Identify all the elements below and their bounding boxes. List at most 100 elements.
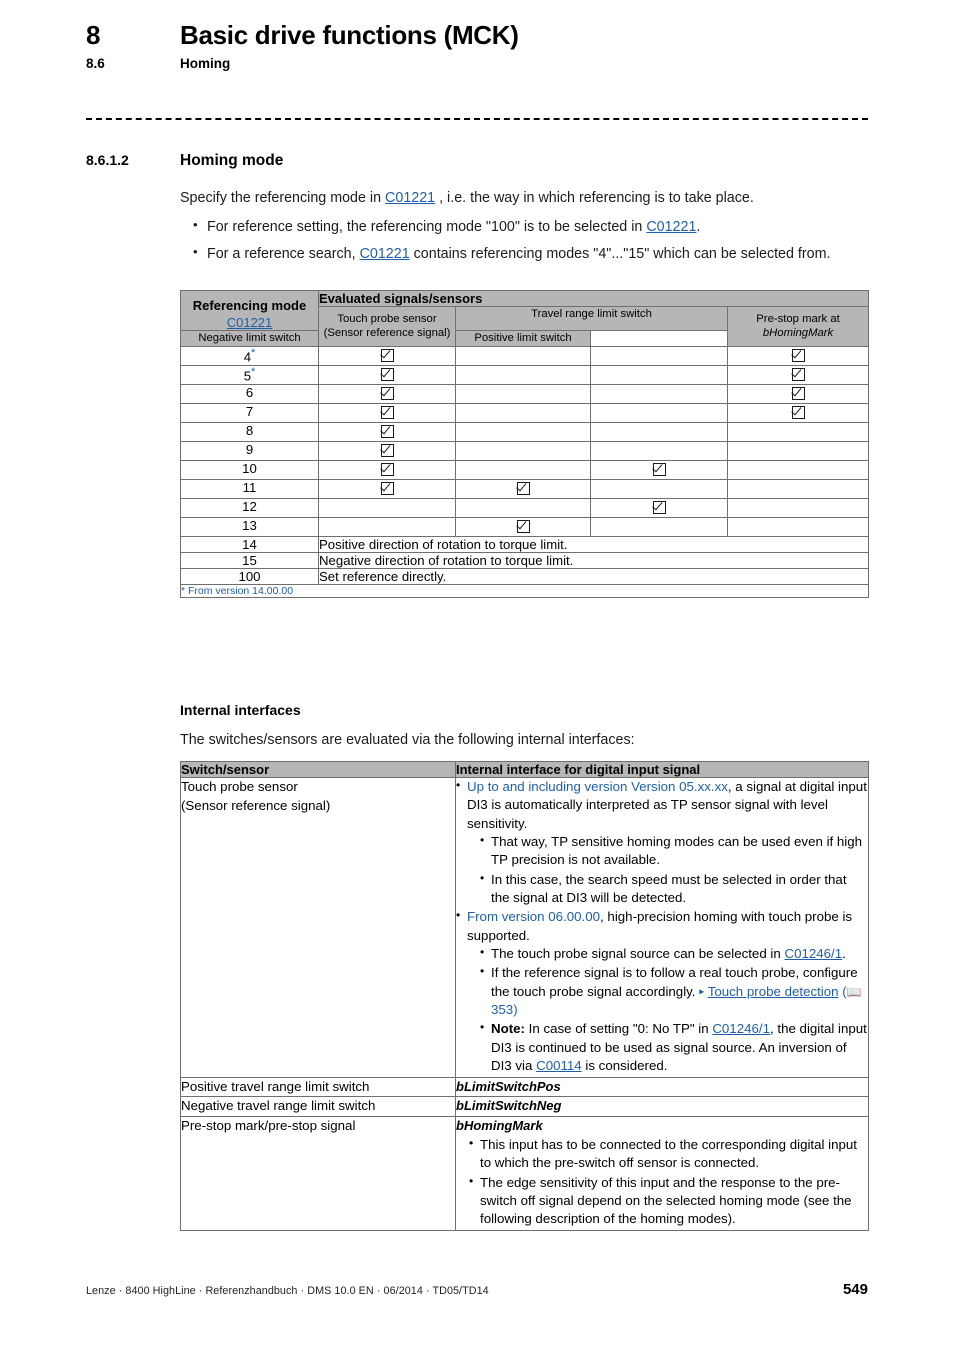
referencing-mode-table-wrapper: Referencing mode C01221 Evaluated signal… bbox=[179, 290, 870, 598]
prestop-bullet-list: This input has to be connected to the co… bbox=[456, 1135, 868, 1229]
b2-sub1-a: The touch probe signal source can be sel… bbox=[491, 946, 785, 962]
intro-bullet-list: For reference setting, the referencing m… bbox=[180, 216, 868, 264]
internal-interfaces-intro: The switches/sensors are evaluated via t… bbox=[180, 732, 635, 748]
header-touch-probe-line2: (Sensor reference signal) bbox=[323, 327, 451, 340]
header-prestop-line1: Pre-stop mark at bbox=[756, 312, 840, 325]
cell-positive-limit bbox=[590, 364, 728, 385]
table-row: Touch probe sensor (Sensor reference sig… bbox=[180, 777, 869, 1078]
internal-interfaces-table-wrapper: Switch/sensor Internal interface for dig… bbox=[180, 761, 869, 1231]
running-header: 8 Basic drive functions (MCK) 8.6 Homing bbox=[86, 20, 868, 71]
touch-probe-label-line2: (Sensor reference signal) bbox=[181, 797, 331, 813]
header-travel-range-limit-switch: Travel range limit switch bbox=[455, 306, 728, 331]
link-c01246-1-a[interactable]: C01246/1 bbox=[784, 946, 842, 961]
checkbox-checked-icon bbox=[791, 348, 805, 362]
bullet-1-text-b: contains referencing modes "4"..."15" wh… bbox=[409, 246, 831, 263]
internal-interfaces-heading: Internal interfaces bbox=[180, 702, 301, 718]
table-row: 5* bbox=[180, 364, 870, 385]
cell-negative-limit bbox=[455, 421, 591, 442]
mode-cell: 13 bbox=[180, 516, 319, 537]
header-switch-sensor: Switch/sensor bbox=[180, 761, 456, 778]
cell-touch-probe bbox=[318, 402, 456, 423]
link-touch-probe-detection[interactable]: Touch probe detection bbox=[708, 984, 839, 999]
link-version-06[interactable]: From version 06.00.00 bbox=[467, 909, 600, 924]
cell-touch-probe bbox=[318, 478, 456, 499]
section-heading: 8.6.1.2 Homing mode bbox=[86, 152, 868, 170]
checkbox-checked-icon bbox=[516, 519, 530, 533]
bullet-0-text-b: . bbox=[696, 219, 701, 236]
header-touch-probe-sensor: Touch probe sensor (Sensor reference sig… bbox=[318, 306, 456, 347]
cell-prestop-mark bbox=[726, 402, 870, 423]
link-c01221-table-header[interactable]: C01221 bbox=[227, 315, 273, 330]
chapter-title: Basic drive functions (MCK) bbox=[180, 20, 519, 50]
cell-prestop-mark bbox=[726, 383, 870, 404]
cell-touch-probe-sensor-value: Up to and including version Version 05.x… bbox=[455, 777, 869, 1078]
mode-cell: 4* bbox=[180, 345, 319, 366]
checkbox-checked-icon bbox=[652, 500, 666, 514]
cell-touch-probe bbox=[318, 345, 456, 366]
signal-name: bLimitSwitchPos bbox=[456, 1078, 561, 1094]
mode-cell: 100 bbox=[180, 567, 319, 585]
link-c01221-b0[interactable]: C01221 bbox=[646, 219, 696, 235]
internal-interfaces-table: Switch/sensor Internal interface for dig… bbox=[180, 761, 869, 1231]
checkbox-checked-icon bbox=[516, 481, 530, 495]
list-item: The edge sensitivity of this input and t… bbox=[469, 1173, 868, 1229]
page-ref-number: 353 bbox=[491, 1002, 514, 1018]
header-prestop-line2: bHomingMark bbox=[762, 327, 834, 340]
touch-probe-label-line1: Touch probe sensor bbox=[181, 779, 298, 794]
cell-negative-limit bbox=[455, 383, 591, 404]
chapter-line: 8 Basic drive functions (MCK) bbox=[86, 20, 868, 50]
checkbox-checked-icon bbox=[791, 386, 805, 400]
intro-block: Specify the referencing mode in C01221 ,… bbox=[180, 188, 868, 271]
table-row: 9 bbox=[180, 440, 870, 461]
cell-positive-limit bbox=[590, 478, 728, 499]
cell-negative-limit-switch-value: bLimitSwitchNeg bbox=[455, 1096, 869, 1117]
link-c01221-intro[interactable]: C01221 bbox=[385, 190, 435, 206]
table-row: 14 Positive direction of rotation to tor… bbox=[180, 535, 870, 553]
link-c01246-1-b[interactable]: C01246/1 bbox=[712, 1021, 770, 1036]
page-title: Homing mode bbox=[180, 152, 284, 169]
list-item: Note: In case of setting "0: No TP" in C… bbox=[480, 1019, 868, 1075]
signal-name: bLimitSwitchNeg bbox=[456, 1098, 562, 1114]
mode-value: 7 bbox=[245, 403, 254, 419]
cell-prestop-mark bbox=[726, 345, 870, 366]
cell-prestop-mark bbox=[726, 459, 870, 480]
list-item: Up to and including version Version 05.x… bbox=[456, 777, 868, 908]
cell-negative-limit bbox=[455, 516, 591, 537]
table-header-row-1: Referencing mode C01221 Evaluated signal… bbox=[180, 290, 870, 331]
b2-sub1-b: . bbox=[842, 946, 846, 962]
link-c01221-b1[interactable]: C01221 bbox=[360, 246, 410, 262]
mode-cell: 8 bbox=[180, 421, 319, 442]
mode-cell: 10 bbox=[180, 459, 319, 480]
b2-sub3-a: In case of setting "0: No TP" in bbox=[524, 1021, 713, 1037]
mode-description: Positive direction of rotation to torque… bbox=[317, 535, 870, 553]
b2-sub3-c: is considered. bbox=[581, 1058, 668, 1074]
list-item: This input has to be connected to the co… bbox=[469, 1135, 868, 1173]
chapter-number: 8 bbox=[86, 20, 101, 50]
cell-negative-limit-switch-label: Negative travel range limit switch bbox=[180, 1096, 456, 1117]
cell-prestop-mark bbox=[726, 440, 870, 461]
mode-value: 11 bbox=[242, 479, 257, 495]
list-item: For reference setting, the referencing m… bbox=[180, 216, 868, 238]
mode-value: 12 bbox=[242, 498, 257, 514]
section-number: 8.6.1.2 bbox=[86, 152, 129, 168]
list-item: In this case, the search speed must be s… bbox=[480, 870, 868, 908]
cell-prestop-mark-value: bHomingMark This input has to be connect… bbox=[455, 1115, 869, 1231]
list-item: That way, TP sensitive homing modes can … bbox=[480, 832, 868, 870]
cell-positive-limit bbox=[590, 497, 728, 518]
mode-cell: 9 bbox=[180, 440, 319, 461]
cell-negative-limit bbox=[455, 364, 591, 385]
cell-positive-limit bbox=[590, 459, 728, 480]
table-row: 15 Negative direction of rotation to tor… bbox=[180, 551, 870, 569]
cell-positive-limit-switch-value: bLimitSwitchPos bbox=[455, 1076, 869, 1098]
cell-negative-limit bbox=[455, 440, 591, 461]
link-version-05[interactable]: Up to and including version Version 05.x… bbox=[467, 779, 728, 794]
mode-description: Negative direction of rotation to torque… bbox=[317, 551, 870, 569]
link-c00114[interactable]: C00114 bbox=[536, 1058, 582, 1073]
mode-value: 10 bbox=[242, 460, 257, 476]
triangle-right-icon: ▸ bbox=[699, 986, 705, 998]
cell-touch-probe bbox=[318, 364, 456, 385]
mode-description: Set reference directly. bbox=[317, 567, 870, 585]
header-referencing-mode: Referencing mode C01221 bbox=[180, 290, 319, 331]
checkbox-checked-icon bbox=[380, 348, 394, 362]
cell-prestop-mark-label: Pre-stop mark/pre-stop signal bbox=[180, 1115, 456, 1231]
